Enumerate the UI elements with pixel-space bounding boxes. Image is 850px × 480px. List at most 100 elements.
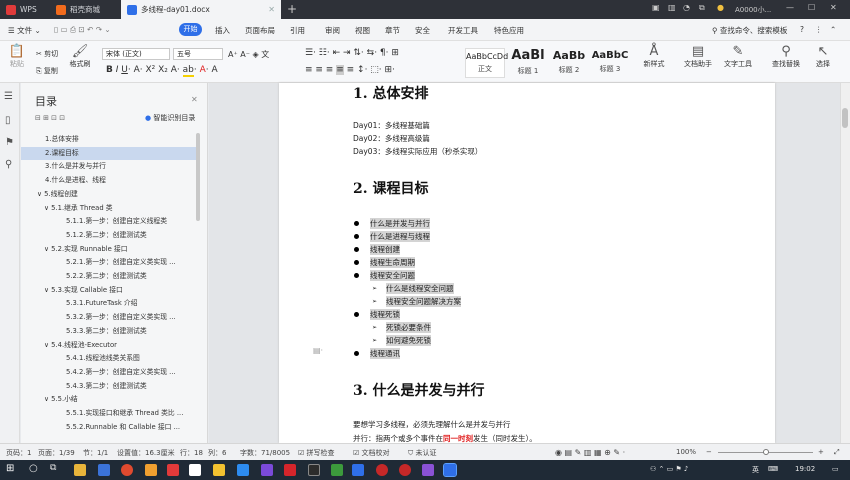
wps-taskbar-icon[interactable]: [443, 463, 457, 477]
bookmark-icon[interactable]: ⚑: [5, 137, 14, 148]
tab-document[interactable]: 多线程-day01.docx ✕: [121, 0, 281, 19]
find-replace-button[interactable]: ⚲ 查找替换: [767, 45, 805, 69]
close-tab-icon[interactable]: ✕: [268, 5, 275, 14]
new-style-button[interactable]: Å 新样式: [638, 45, 670, 69]
store-icon[interactable]: [98, 464, 110, 476]
find-icon[interactable]: ⚲: [5, 159, 12, 170]
paste-button[interactable]: 📋 粘贴: [6, 45, 28, 69]
app-icon[interactable]: [352, 464, 364, 476]
browser-icon[interactable]: [121, 464, 133, 476]
file-menu[interactable]: ☰ 文件 ⌄: [8, 25, 41, 36]
app-icon[interactable]: [284, 464, 296, 476]
toc-item[interactable]: 5.5.1.实现接口和继承 Thread 类比 ...: [21, 407, 197, 420]
toc-item[interactable]: ∨ 5.3.实现 Callable 接口: [21, 284, 197, 297]
toc-item[interactable]: 1.总体安排: [21, 133, 197, 146]
toc-item[interactable]: 5.1.2.第二步：创建测试类: [21, 229, 197, 242]
word-count[interactable]: 字数：71/8005: [240, 448, 290, 458]
toc-item[interactable]: ∨ 5.线程创建: [21, 188, 197, 201]
smart-toc-button[interactable]: ● 智能识别目录: [145, 113, 195, 123]
search-icon[interactable]: ○: [29, 463, 38, 474]
ime-indicator[interactable]: 英: [752, 465, 759, 475]
page-icon[interactable]: ▯: [5, 115, 11, 126]
font-name-select[interactable]: 宋体 (正文): [102, 48, 170, 60]
app-icon[interactable]: [213, 464, 225, 476]
toc-item[interactable]: 5.3.3.第二步：创建测试类: [21, 325, 197, 338]
minimize-icon[interactable]: —: [786, 3, 794, 12]
toc-level-buttons[interactable]: ⊟ ⊞ ⊡ ⊡: [35, 114, 65, 122]
toc-item[interactable]: 5.2.1.第一步：创建自定义类实现 ...: [21, 256, 197, 269]
style-heading-2[interactable]: AaBb 标题 2: [549, 48, 589, 78]
toc-toggle-icon[interactable]: ☰: [4, 91, 13, 102]
app-icon[interactable]: [261, 464, 273, 476]
copy-button[interactable]: ⎘ 复制: [36, 66, 58, 76]
close-icon[interactable]: ✕: [191, 95, 198, 104]
toc-item[interactable]: ∨ 5.4.线程池-Executor: [21, 339, 197, 352]
menu-view[interactable]: 视图: [355, 25, 370, 36]
help-icon[interactable]: ?: [800, 25, 804, 34]
menu-insert[interactable]: 插入: [215, 25, 230, 36]
toc-item[interactable]: 5.4.1.线程池线类关系图: [21, 352, 197, 365]
font-size-buttons[interactable]: A⁺ A⁻ ◈ 文: [228, 49, 269, 60]
menu-layout[interactable]: 页面布局: [245, 25, 275, 36]
font-format-buttons[interactable]: B I U· A· X² X₂ A· ab· A· A: [106, 65, 218, 77]
toc-item[interactable]: 5.2.2.第二步：创建测试类: [21, 270, 197, 283]
app-icon[interactable]: [331, 464, 343, 476]
toc-item[interactable]: 2.课程目标: [21, 146, 197, 160]
vertical-scrollbar[interactable]: [840, 83, 850, 443]
cut-button[interactable]: ✂ 剪切: [36, 49, 58, 59]
notification-icon[interactable]: ▭: [832, 465, 839, 473]
collapse-ribbon-icon[interactable]: ⌃: [830, 25, 836, 34]
menu-chapter[interactable]: 章节: [385, 25, 400, 36]
style-heading-1[interactable]: AaBl 标题 1: [507, 48, 549, 78]
app-icon[interactable]: [145, 464, 157, 476]
app-icon[interactable]: [399, 464, 411, 476]
view-mode-icons[interactable]: ◉ ▤ ✎ ▥ ▦ ⊕ ✎ ·: [555, 448, 625, 457]
folder-icon[interactable]: [74, 464, 86, 476]
skin-icon[interactable]: ▥: [668, 3, 676, 12]
menu-developer[interactable]: 开发工具: [448, 25, 478, 36]
toc-scrollbar[interactable]: [196, 133, 200, 221]
format-painter-button[interactable]: 🖌 格式刷: [67, 45, 93, 69]
zoom-in[interactable]: +: [818, 448, 824, 456]
task-view-icon[interactable]: ⧉: [50, 463, 56, 473]
toc-item[interactable]: 5.1.1.第一步：创建自定义线程类: [21, 215, 197, 228]
font-size-select[interactable]: 五号: [173, 48, 223, 60]
doc-proof[interactable]: ☑ 文档校对: [353, 448, 390, 458]
toc-item[interactable]: 5.4.3.第二步：创建测试类: [21, 380, 197, 393]
new-tab-button[interactable]: +: [287, 2, 297, 16]
menu-review[interactable]: 审阅: [325, 25, 340, 36]
style-normal[interactable]: AaBbCcDd 正文: [465, 48, 508, 78]
windows-start-icon[interactable]: ⊞: [6, 463, 14, 474]
app-icon[interactable]: [237, 464, 249, 476]
maximize-icon[interactable]: ☐: [808, 3, 815, 12]
toc-item[interactable]: 5.5.2.Runnable 和 Callable 接口 ...: [21, 421, 197, 434]
fullscreen-icon[interactable]: ⤢: [834, 448, 840, 457]
menu-special[interactable]: 特色应用: [494, 25, 524, 36]
document-page[interactable]: 1. 总体安排 Day01：多线程基础篇 Day02：多线程高级篇 Day03：…: [279, 83, 775, 443]
toc-item[interactable]: 5.4.2.第一步：创建自定义类实现 ...: [21, 366, 197, 379]
zoom-handle[interactable]: [763, 449, 769, 455]
app-icon[interactable]: [167, 464, 179, 476]
clock[interactable]: 19:02: [795, 465, 815, 473]
quick-access-icons[interactable]: ▯ ▭ ⎙ ⊡ ↶ ↷ ⌄: [54, 25, 111, 35]
certification[interactable]: ⛉ 未认证: [408, 448, 436, 458]
select-button[interactable]: ↖ 选择: [810, 45, 836, 69]
doc-helper-button[interactable]: ▤ 文档助手: [680, 45, 716, 69]
page-count[interactable]: 页面：1/39: [38, 448, 75, 458]
tab-wps[interactable]: WPS: [0, 0, 48, 19]
toc-item[interactable]: 3.什么是并发与并行: [21, 160, 197, 173]
menu-security[interactable]: 安全: [415, 25, 430, 36]
scroll-thumb[interactable]: [842, 108, 848, 128]
app-icon[interactable]: [376, 464, 388, 476]
layout-icon[interactable]: ▣: [652, 3, 660, 12]
window-icon[interactable]: ⧉: [699, 3, 705, 13]
style-heading-3[interactable]: AaBbC 标题 3: [589, 48, 631, 78]
paragraph-list-buttons[interactable]: ☰· ☷· ⇤ ⇥ ⇅· ⇆· ¶· ⊞: [305, 48, 399, 58]
text-tools-button[interactable]: ✎ 文字工具: [719, 45, 757, 69]
toc-item[interactable]: 4.什么是进程、线程: [21, 174, 197, 187]
app-icon[interactable]: [189, 464, 201, 476]
zoom-out[interactable]: −: [706, 448, 712, 456]
avatar[interactable]: ●: [717, 3, 724, 12]
toc-item[interactable]: ∨ 5.1.继承 Thread 类: [21, 202, 197, 215]
close-window-icon[interactable]: ✕: [830, 3, 837, 12]
